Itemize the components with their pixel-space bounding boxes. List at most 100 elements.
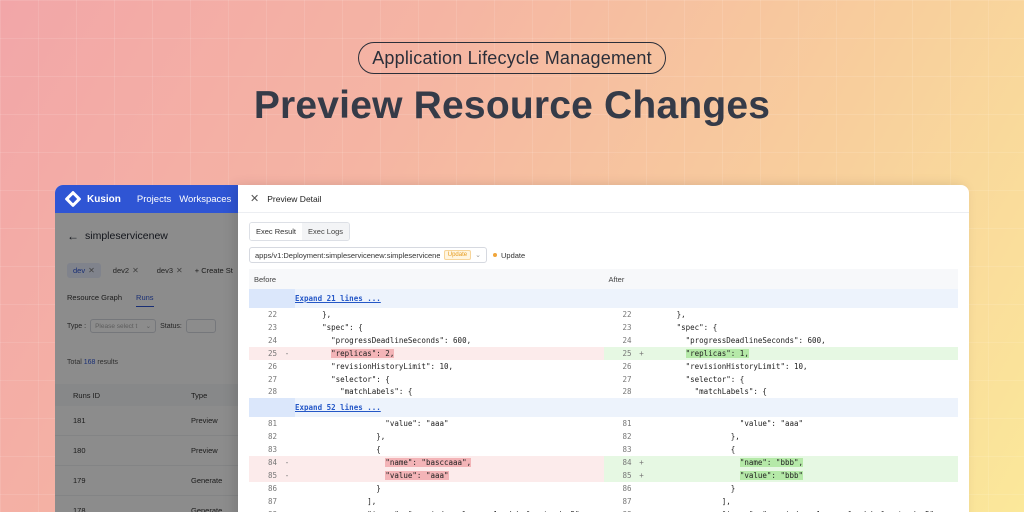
before-line: 86 } (249, 482, 604, 495)
diff-row: 25- "replicas": 2, 25 + "replicas": 1, (249, 346, 958, 360)
nav-projects[interactable]: Projects (137, 194, 171, 205)
line-number: 25 (622, 348, 632, 358)
resource-row: apps/v1:Deployment:simpleservicenew:simp… (249, 247, 525, 263)
code-line: "replicas": 2, (295, 348, 604, 358)
after-line: 86 } (604, 482, 959, 495)
diff-row: 81 "value": "aaa" 81 "value": "aaa" (249, 417, 958, 430)
status-dot-icon (493, 253, 497, 257)
tab-exec-logs[interactable]: Exec Logs (302, 223, 350, 240)
line-number: 87 (622, 496, 632, 506)
after-line: 82 }, (604, 430, 959, 443)
after-line: 87 ], (604, 495, 959, 508)
before-line: 25- "replicas": 2, (249, 346, 604, 360)
before-line: 83 { (249, 443, 604, 456)
line-number: 26 (622, 361, 632, 371)
after-line: 81 "value": "aaa" (604, 417, 959, 430)
line-number: 24 (267, 335, 277, 345)
after-line: 24 "progressDeadlineSeconds": 600, (604, 334, 959, 347)
code-line: "matchLabels": { (649, 387, 767, 397)
code-line: }, (649, 309, 686, 319)
diff-row: 87 ], 87 ], (249, 495, 958, 508)
line-number: 82 (622, 432, 632, 442)
chevron-down-icon: ⌄ (475, 252, 481, 259)
diff-row: 22 }, 22 }, (249, 308, 958, 321)
diff-row: 88 "image": "gcr.io/google-samples/gb-fr… (249, 508, 958, 512)
expand-link[interactable]: Expand 52 lines ... (295, 403, 381, 412)
expand-gutter (249, 398, 295, 418)
line-number: 84 (622, 458, 632, 468)
category-pill: Application Lifecycle Management (358, 42, 666, 74)
code-line: "spec": { (649, 322, 718, 332)
before-line: 88 "image": "gcr.io/google-samples/gb-fr… (249, 508, 604, 512)
update-tag: Update (443, 250, 472, 260)
code-line: { (295, 445, 381, 455)
before-line: 87 ], (249, 495, 604, 508)
resource-select[interactable]: apps/v1:Deployment:simpleservicenew:simp… (249, 247, 487, 263)
diff-marker: + (639, 471, 644, 481)
line-number: 86 (622, 483, 632, 493)
changed-text: "name": "basccaaa", (385, 458, 472, 468)
diff-marker: - (284, 471, 290, 481)
line-number: 85 (267, 471, 277, 481)
code-line: "value": "aaa" (649, 419, 804, 429)
diff-view: Before After Expand 21 lines ... 22 }, 22… (249, 269, 958, 512)
kusion-logo-icon (64, 190, 82, 208)
line-number: 28 (622, 387, 632, 397)
line-number: 27 (267, 374, 277, 384)
code-line: "progressDeadlineSeconds": 600, (295, 335, 472, 345)
brand-name: Kusion (87, 193, 121, 205)
before-line: 22 }, (249, 308, 604, 321)
top-nav: Kusion Projects Workspaces (55, 185, 255, 213)
diff-marker: + (639, 348, 644, 358)
diff-row: 24 "progressDeadlineSeconds": 600, 24 "pr… (249, 334, 958, 347)
code-line: "progressDeadlineSeconds": 600, (649, 335, 826, 345)
line-number: 83 (267, 445, 277, 455)
before-line: 24 "progressDeadlineSeconds": 600, (249, 334, 604, 347)
resource-id: apps/v1:Deployment:simpleservicenew:simp… (255, 250, 440, 260)
before-line: 84- "name": "basccaaa", (249, 456, 604, 470)
code-line: "name": "basccaaa", (295, 458, 604, 468)
line-number: 86 (267, 483, 277, 493)
diff-header: Before After (249, 269, 958, 289)
diff-marker: - (284, 458, 290, 468)
code-line: }, (649, 432, 740, 442)
code-line: } (649, 483, 736, 493)
code-line: { (649, 445, 736, 455)
code-line: "value": "aaa" (295, 419, 449, 429)
nav-workspaces[interactable]: Workspaces (179, 194, 231, 205)
before-line: 81 "value": "aaa" (249, 417, 604, 430)
line-number: 26 (267, 361, 277, 371)
line-number: 23 (267, 322, 277, 332)
line-number: 85 (622, 471, 632, 481)
code-line: "spec": { (295, 322, 363, 332)
drawer-title: Preview Detail (267, 193, 322, 204)
changed-text: "replicas": 1, (685, 348, 749, 358)
expand-row[interactable]: Expand 52 lines ... (249, 398, 958, 418)
expand-row[interactable]: Expand 21 lines ... (249, 289, 958, 308)
after-line: 27 "selector": { (604, 373, 959, 386)
code-line: ], (295, 496, 377, 506)
before-line: 28 "matchLabels": { (249, 385, 604, 398)
after-line: 85 + "value": "bbb" (603, 469, 958, 483)
line-number: 23 (622, 322, 632, 332)
close-icon[interactable]: ✕ (250, 192, 259, 205)
diff-row: 84- "name": "basccaaa", 84 + "name": "bbb"… (249, 456, 958, 470)
diff-row: 83 {83 { (249, 443, 958, 456)
diff-row: 26 "revisionHistoryLimit": 10, 26 "revisi… (249, 360, 958, 373)
code-line: "selector": { (649, 374, 745, 384)
diff-row: 27 "selector": {27 "selector": { (249, 373, 958, 386)
diff-row: 82 }, 82 }, (249, 430, 958, 443)
code-line: "selector": { (295, 374, 390, 384)
after-line: 84 + "name": "bbb", (603, 456, 958, 470)
code-line: "matchLabels": { (295, 387, 413, 397)
modal-overlay[interactable] (55, 213, 255, 512)
code-line: "revisionHistoryLimit": 10, (295, 361, 454, 371)
line-number: 83 (622, 445, 632, 455)
tab-exec-result[interactable]: Exec Result (250, 223, 303, 240)
hero-title: Preview Resource Changes (253, 84, 771, 127)
drawer-header: ✕ Preview Detail (238, 185, 969, 213)
code-line: ], (649, 496, 731, 506)
line-number: 22 (622, 309, 632, 319)
expand-link[interactable]: Expand 21 lines ... (295, 294, 381, 303)
line-number: 22 (267, 309, 277, 319)
